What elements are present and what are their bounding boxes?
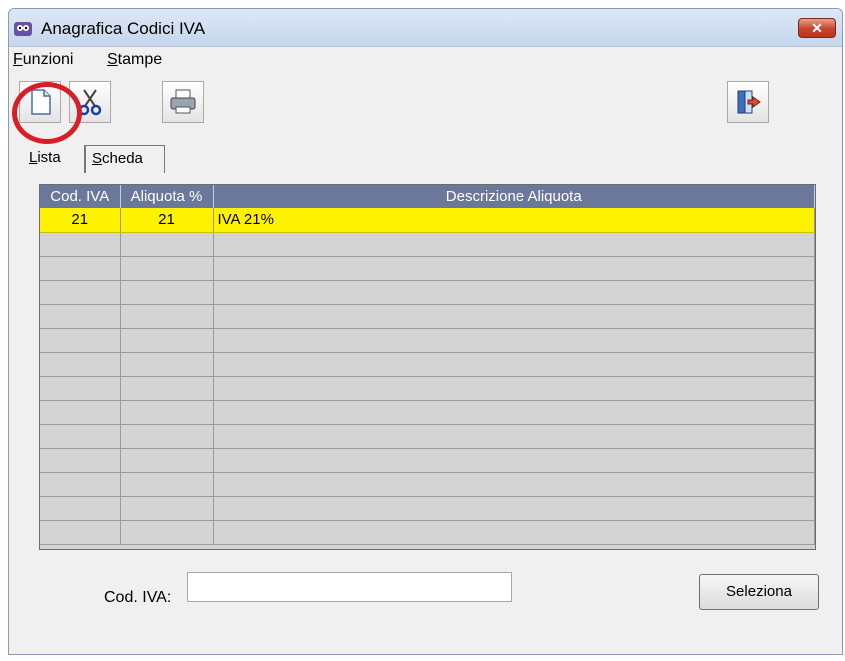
empty-row[interactable] [40,304,815,329]
menu-stampe[interactable]: Stampe [107,51,162,69]
empty-row[interactable] [40,280,815,305]
empty-row[interactable] [40,328,815,353]
main-window: Anagrafica Codici IVA ✕ Funzioni Stampe [8,8,843,655]
menu-funzioni[interactable]: Funzioni [13,51,73,69]
codes-grid[interactable]: Cod. IVA Aliquota % Descrizione Aliquota… [39,184,816,550]
cell-descrizione: IVA 21% [213,208,815,233]
column-header-cod-iva[interactable]: Cod. IVA [40,185,121,208]
highlight-circle [12,82,82,144]
empty-row[interactable] [40,520,815,545]
column-header-descrizione[interactable]: Descrizione Aliquota [213,185,815,208]
grid-header: Cod. IVA Aliquota % Descrizione Aliquota [40,185,815,208]
empty-row[interactable] [40,376,815,401]
empty-row[interactable] [40,472,815,497]
empty-row[interactable] [40,400,815,425]
cell-cod: 21 [40,208,121,233]
menu-bar: Funzioni Stampe [9,47,842,71]
cod-iva-label: Cod. IVA: [104,589,172,606]
title-bar: Anagrafica Codici IVA ✕ [9,9,842,47]
toolbar [9,73,842,144]
column-header-aliquota[interactable]: Aliquota % [120,185,214,208]
table-row[interactable]: 21 21 IVA 21% [40,208,815,233]
printer-icon [170,89,196,114]
seleziona-button[interactable]: Seleziona [699,574,819,610]
exit-button[interactable] [727,81,769,123]
empty-row[interactable] [40,256,815,281]
cod-iva-input[interactable] [187,572,512,602]
exit-door-icon [737,90,761,114]
empty-row[interactable] [40,448,815,473]
empty-row[interactable] [40,496,815,521]
cell-aliquota: 21 [120,208,214,233]
empty-row[interactable] [40,424,815,449]
empty-row[interactable] [40,232,815,257]
print-button[interactable] [162,81,204,123]
window-title: Anagrafica Codici IVA [41,19,206,38]
tab-scheda[interactable]: Scheda [85,145,165,173]
app-icon [13,19,33,39]
close-button[interactable]: ✕ [798,18,836,38]
empty-row[interactable] [40,352,815,377]
tab-lista[interactable]: Lista [23,145,85,173]
